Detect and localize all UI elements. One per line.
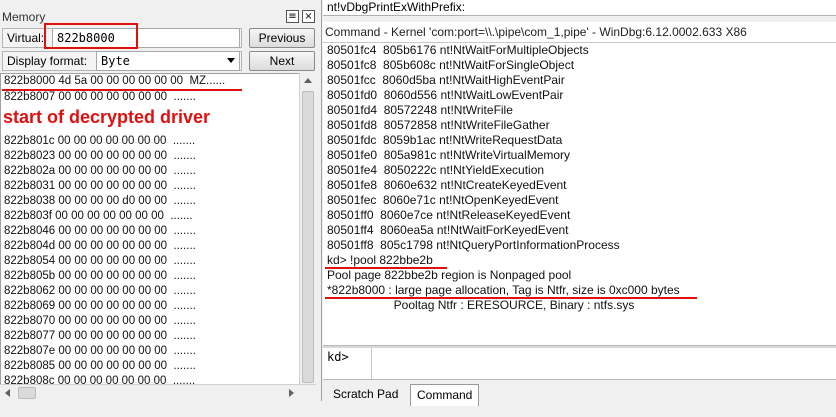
- tab-scratch-pad[interactable]: Scratch Pad: [327, 384, 404, 406]
- output-line: 80501fc4 805b6176 nt!NtWaitForMultipleOb…: [327, 43, 589, 57]
- output-line: 80501fdc 8059b1ac nt!NtWriteRequestData: [327, 133, 563, 147]
- output-line: 80501fd8 80572858 nt!NtWriteFileGather: [327, 118, 550, 132]
- command-window-title: Command - Kernel 'com:port=\\.\pipe\com_…: [323, 22, 836, 42]
- command-prompt: kd>: [327, 350, 349, 364]
- output-line: 80501ff0 8060e7ce nt!NtReleaseKeyedEvent: [327, 208, 571, 222]
- memory-line: 822b8062 00 00 00 00 00 00 00 .......: [4, 285, 196, 297]
- memory-line: 822b801c 00 00 00 00 00 00 00 .......: [4, 135, 196, 147]
- memory-line: 822b8077 00 00 00 00 00 00 00 .......: [4, 330, 196, 342]
- memory-line: 822b8085 00 00 00 00 00 00 00 .......: [4, 360, 196, 372]
- memory-line: 822b8000 4d 5a 00 00 00 00 00 00 MZ.....…: [4, 75, 226, 87]
- memory-title: Memory: [2, 10, 46, 24]
- display-format-label: Display format:: [7, 54, 88, 68]
- options-icon[interactable]: ≡: [286, 10, 299, 23]
- memory-line: 822b805b 00 00 00 00 00 00 00 .......: [4, 270, 196, 282]
- command-input[interactable]: [371, 348, 836, 379]
- memory-line: 822b8069 00 00 00 00 00 00 00 .......: [4, 300, 196, 312]
- close-icon[interactable]: ×: [302, 10, 315, 23]
- scroll-right-icon[interactable]: [289, 389, 294, 397]
- memory-line: 822b802a 00 00 00 00 00 00 00 .......: [4, 165, 196, 177]
- windbg-workspace: Memory ≡ × Virtual: 822b8000 Previous Di…: [0, 0, 836, 417]
- output-line: 80501fe8 8060e632 nt!NtCreateKeyedEvent: [327, 178, 567, 192]
- memory-line: 822b803f 00 00 00 00 00 00 00 .......: [4, 210, 193, 222]
- tab-bar: Scratch Pad Command: [323, 379, 836, 417]
- command-input-area: kd>: [323, 348, 836, 379]
- chevron-down-icon: [227, 58, 235, 63]
- scroll-left-icon[interactable]: [5, 389, 10, 397]
- address-highlight-box: [44, 23, 138, 49]
- memory-line: 822b807e 00 00 00 00 00 00 00 .......: [4, 345, 196, 357]
- memory-line: 822b8023 00 00 00 00 00 00 00 .......: [4, 150, 196, 162]
- memory-line: 822b8007 00 00 00 00 00 00 00 .......: [4, 91, 196, 103]
- previous-button[interactable]: Previous: [249, 28, 315, 48]
- memory-line: 822b8070 00 00 00 00 00 00 00 .......: [4, 315, 196, 327]
- output-line: 80501fd0 8060d556 nt!NtWaitLowEventPair: [327, 88, 564, 102]
- memory-vertical-scrollbar[interactable]: [299, 73, 316, 401]
- display-format-value: Byte: [101, 54, 130, 68]
- disassembly-strip: nt!vDbgPrintExWithPrefix:: [323, 0, 836, 16]
- output-line: Pool page 822bbe2b region is Nonpaged po…: [327, 268, 572, 282]
- memory-line: 822b8038 00 00 00 00 d0 00 00 .......: [4, 195, 196, 207]
- command-title-text: Command - Kernel 'com:port=\\.\pipe\com_…: [325, 25, 747, 39]
- output-line: 80501fe0 805a981c nt!NtWriteVirtualMemor…: [327, 148, 571, 162]
- output-line: 80501fc8 805b608c nt!NtWaitForSingleObje…: [327, 58, 575, 72]
- virtual-label: Virtual:: [7, 31, 45, 45]
- annotation-text: start of decrypted driver: [3, 107, 211, 127]
- memory-horizontal-scrollbar[interactable]: [0, 384, 316, 401]
- memory-line: 822b804d 00 00 00 00 00 00 00 .......: [4, 240, 196, 252]
- memory-line: 822b8054 00 00 00 00 00 00 00 .......: [4, 255, 196, 267]
- memory-dump-view[interactable]: 822b8000 4d 5a 00 00 00 00 00 00 MZ.....…: [0, 73, 316, 401]
- output-line: 80501fe4 8050222c nt!NtYieldExecution: [327, 163, 545, 177]
- disassembly-text: nt!vDbgPrintExWithPrefix:: [327, 0, 466, 14]
- output-line: kd> !pool 822bbe2b: [327, 253, 433, 267]
- scroll-up-icon[interactable]: [304, 78, 312, 83]
- tab-command[interactable]: Command: [410, 384, 480, 406]
- memory-line: 822b8046 00 00 00 00 00 00 00 .......: [4, 225, 196, 237]
- scroll-thumb[interactable]: [302, 91, 314, 383]
- output-line: 80501fd4 80572248 nt!NtWriteFile: [327, 103, 513, 117]
- output-line: 80501ff4 8060ea5a nt!NtWaitForKeyedEvent: [327, 223, 569, 237]
- output-line: *822b8000 : large page allocation, Tag i…: [327, 283, 680, 297]
- output-line: Pooltag Ntfr : ERESOURCE, Binary : ntfs.…: [327, 298, 635, 312]
- display-format-select[interactable]: Byte: [96, 51, 240, 71]
- output-line: 80501fcc 8060d5ba nt!NtWaitHighEventPair: [327, 73, 565, 87]
- output-line: 80501ff8 805c1798 nt!NtQueryPortInformat…: [327, 238, 620, 252]
- output-line: 80501fec 8060e71c nt!NtOpenKeyedEvent: [327, 193, 559, 207]
- memory-footer: [0, 401, 322, 417]
- format-row: Display format: Byte Next: [2, 51, 320, 73]
- scroll-thumb[interactable]: [18, 387, 36, 399]
- memory-line: 822b8031 00 00 00 00 00 00 00 .......: [4, 180, 196, 192]
- command-output[interactable]: 80501fc4 805b6176 nt!NtWaitForMultipleOb…: [323, 42, 836, 345]
- next-button[interactable]: Next: [249, 51, 315, 71]
- memory-window: Memory ≡ × Virtual: 822b8000 Previous Di…: [0, 0, 322, 417]
